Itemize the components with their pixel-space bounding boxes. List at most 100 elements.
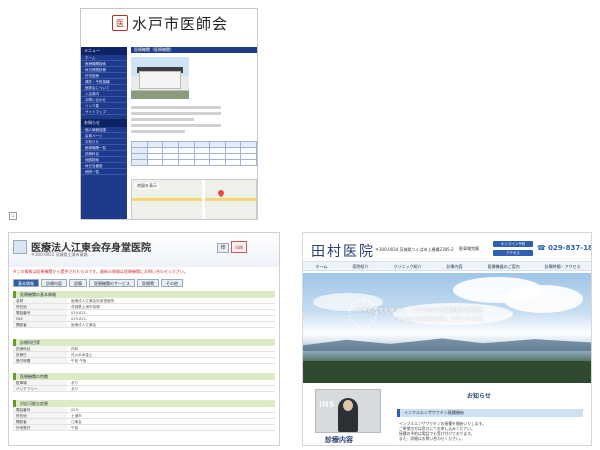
disclaimer-note: ※この情報は医療機関から提供されたものです。最新の情報は医療機関にお問い合わせく… xyxy=(13,269,188,274)
map-label[interactable]: 地図を表示 xyxy=(135,183,159,189)
row-value: 029- xyxy=(71,408,80,412)
clinic-logo[interactable]: 田村医院 xyxy=(311,241,375,261)
hospital-address: 〒300-0051 茨城県土浦市真鍋 xyxy=(31,252,88,257)
clinic-address: 〒300-0034 茨城県つくば市上横場2395-2 xyxy=(375,247,454,252)
row-value: 029-821- xyxy=(71,311,88,315)
broken-image-icon: ▫ xyxy=(9,212,17,220)
nav-item[interactable]: 診療時間・アクセス xyxy=(545,262,581,270)
tab-4[interactable]: 医療費 xyxy=(137,279,159,287)
hero-catchphrase: 90年の歴史を継承し、これからも地域医療の発展を 皆さまに医療を提供してまいりま… xyxy=(355,307,488,325)
row-key: 開設者 xyxy=(13,419,67,424)
row-value: 土浦市 xyxy=(71,414,82,418)
row-value: あり xyxy=(71,387,79,391)
sidebar-nav-item[interactable]: 病院一覧 xyxy=(81,169,127,175)
sidebar-nav: メニュー ホーム 医療機関検索 休日夜間診療 在宅医療 健診・予防接種 医師会について 入会… xyxy=(81,47,127,219)
row-value: 江東会 xyxy=(71,420,82,424)
parking-info: 駐車場完備 xyxy=(459,246,479,251)
row-key: 受付時間 xyxy=(13,358,67,363)
row-key: 所在地 xyxy=(13,304,67,309)
news-item-title[interactable]: インフルエンザワクチン接種開始 xyxy=(397,409,583,417)
tamura-clinic-page: 田村医院 〒300-0034 茨城県つくば市上横場2395-2 駐車場完備 オン… xyxy=(302,232,592,446)
table-cell xyxy=(146,159,164,166)
building xyxy=(139,71,181,89)
access-button[interactable]: アクセス xyxy=(493,250,533,256)
map-road xyxy=(132,198,257,201)
nav-item[interactable]: 医療機器のご案内 xyxy=(488,262,520,270)
news-line: また、詳細はお問い合わせください。 xyxy=(399,436,464,441)
info-line xyxy=(131,124,221,127)
info-line xyxy=(131,118,194,121)
table-cell xyxy=(131,159,148,166)
info-line xyxy=(131,112,221,115)
map-pin-icon[interactable] xyxy=(216,188,226,198)
news-heading: お知らせ xyxy=(467,393,491,400)
doctor-face xyxy=(343,400,353,411)
info-section: 医療機関の基本情報 名称 医療法人江東会存身堂医院 所在地 茨城県土浦市真鍋 電話番号 02… xyxy=(13,291,275,328)
row-value: 茨城県土浦市真鍋 xyxy=(71,305,100,309)
site-logo[interactable]: 医 水戸市医師会 xyxy=(81,9,257,37)
web-reservation-button[interactable]: オンライン予約 xyxy=(493,241,533,247)
phone-number[interactable]: ☎ 029-837-1800 xyxy=(537,244,591,252)
page-header: 医療法人江東会存身堂医院 〒300-0051 茨城県土浦市真鍋 印 印刷 xyxy=(9,233,279,267)
row-key: 開設者 xyxy=(13,322,67,327)
table-cell xyxy=(240,159,257,166)
section-header: 対応可能な疾患 xyxy=(13,400,275,407)
table-cell xyxy=(193,159,211,166)
info-tabs: 基本情報 診療内容 設備 医療機関のサービス 医療費 その他 xyxy=(13,279,183,287)
map-road xyxy=(202,180,205,219)
nav-item[interactable]: クリニック紹介 xyxy=(394,262,422,270)
row-key: 電話番号 xyxy=(13,407,67,412)
tab-2[interactable]: 設備 xyxy=(69,279,87,287)
table-row: 外来受付 午前 xyxy=(13,425,275,431)
emblem-icon: 医 xyxy=(111,15,128,31)
row-value: 午前 xyxy=(71,426,79,430)
global-nav: ホーム 医院紹介 クリニック紹介 診療内容 医療機器のご案内 診療時間・アクセス xyxy=(303,261,591,271)
cloud xyxy=(503,285,583,313)
row-value: 029-821- xyxy=(71,317,88,321)
nav-header: お知らせ xyxy=(81,119,127,127)
row-key: 診療日 xyxy=(13,352,67,357)
tab-1[interactable]: 診療内容 xyxy=(41,279,67,287)
main-content: 医療機関（医療機関） 地図を表示 xyxy=(131,47,257,219)
section-header: 医療機関の基本情報 xyxy=(13,291,275,298)
logo-text: 水戸市医師会 xyxy=(131,14,228,33)
tab-0[interactable]: 基本情報 xyxy=(13,279,39,287)
content-header: 医療機関（医療機関） xyxy=(131,47,257,53)
hospital-icon xyxy=(13,240,27,254)
row-key: 名称 xyxy=(13,298,67,303)
catch-line-1: 90年の歴史を継承し、これからも地域医療の発展を xyxy=(355,308,484,314)
sidebar-nav-item[interactable]: サイトマップ xyxy=(81,109,127,115)
tab-5[interactable]: その他 xyxy=(161,279,183,287)
mountain-ridge xyxy=(303,338,591,351)
info-line xyxy=(131,106,221,109)
kodokai-hospital-page: 医療法人江東会存身堂医院 〒300-0051 茨城県土浦市真鍋 印 印刷 ※この… xyxy=(8,232,280,446)
row-value: あり xyxy=(71,381,79,385)
hero-image: 90年の歴史を継承し、これからも地域医療の発展を 皆さまに医療を提供してまいりま… xyxy=(303,273,591,383)
forest xyxy=(303,361,591,383)
section-header: 診療科目等 xyxy=(13,339,275,346)
table-row: 開設者 医療法人江東会 xyxy=(13,322,275,328)
print-button[interactable]: 印刷 xyxy=(231,241,247,253)
nav-item[interactable]: 医院紹介 xyxy=(352,262,368,270)
info-section: 診療科目等 診療科目 内科 診療日 月火水木金土 受付時間 午前 午後 xyxy=(13,339,275,364)
info-section: 対応可能な疾患 電話番号 029- 所在地 土浦市 開設者 江東会 外来受付 午前 xyxy=(13,400,275,431)
print-icon[interactable]: 印 xyxy=(217,243,229,253)
doctor-photo: INS xyxy=(315,389,381,433)
location-map[interactable]: 地図を表示 xyxy=(131,179,257,219)
tab-3[interactable]: 医療機関のサービス xyxy=(89,279,135,287)
table-row: バリアフリー あり xyxy=(13,386,275,392)
services-heading: 診療内容 xyxy=(325,436,353,444)
hospital-info-lines xyxy=(131,103,221,136)
nav-item[interactable]: 診療内容 xyxy=(447,262,463,270)
table-cell xyxy=(209,159,226,166)
row-key: 駐車場 xyxy=(13,380,67,385)
doctor-photo-watermark: INS xyxy=(319,400,335,409)
nav-item[interactable]: ホーム xyxy=(316,262,328,270)
info-section: 医療機関の特徴 駐車場 あり バリアフリー あり xyxy=(13,373,275,392)
composite-screenshot: 医 水戸市医師会 メニュー ホーム 医療機関検索 休日夜間診療 在宅医療 健診・予防接種… xyxy=(0,0,600,450)
row-key: FAX xyxy=(13,316,67,321)
row-value: 内科 xyxy=(71,347,79,351)
hospital-photo xyxy=(131,57,189,99)
section-header: 医療機関の特徴 xyxy=(13,373,275,380)
mito-medical-association-page: 医 水戸市医師会 メニュー ホーム 医療機関検索 休日夜間診療 在宅医療 健診・予防接種… xyxy=(80,8,258,220)
